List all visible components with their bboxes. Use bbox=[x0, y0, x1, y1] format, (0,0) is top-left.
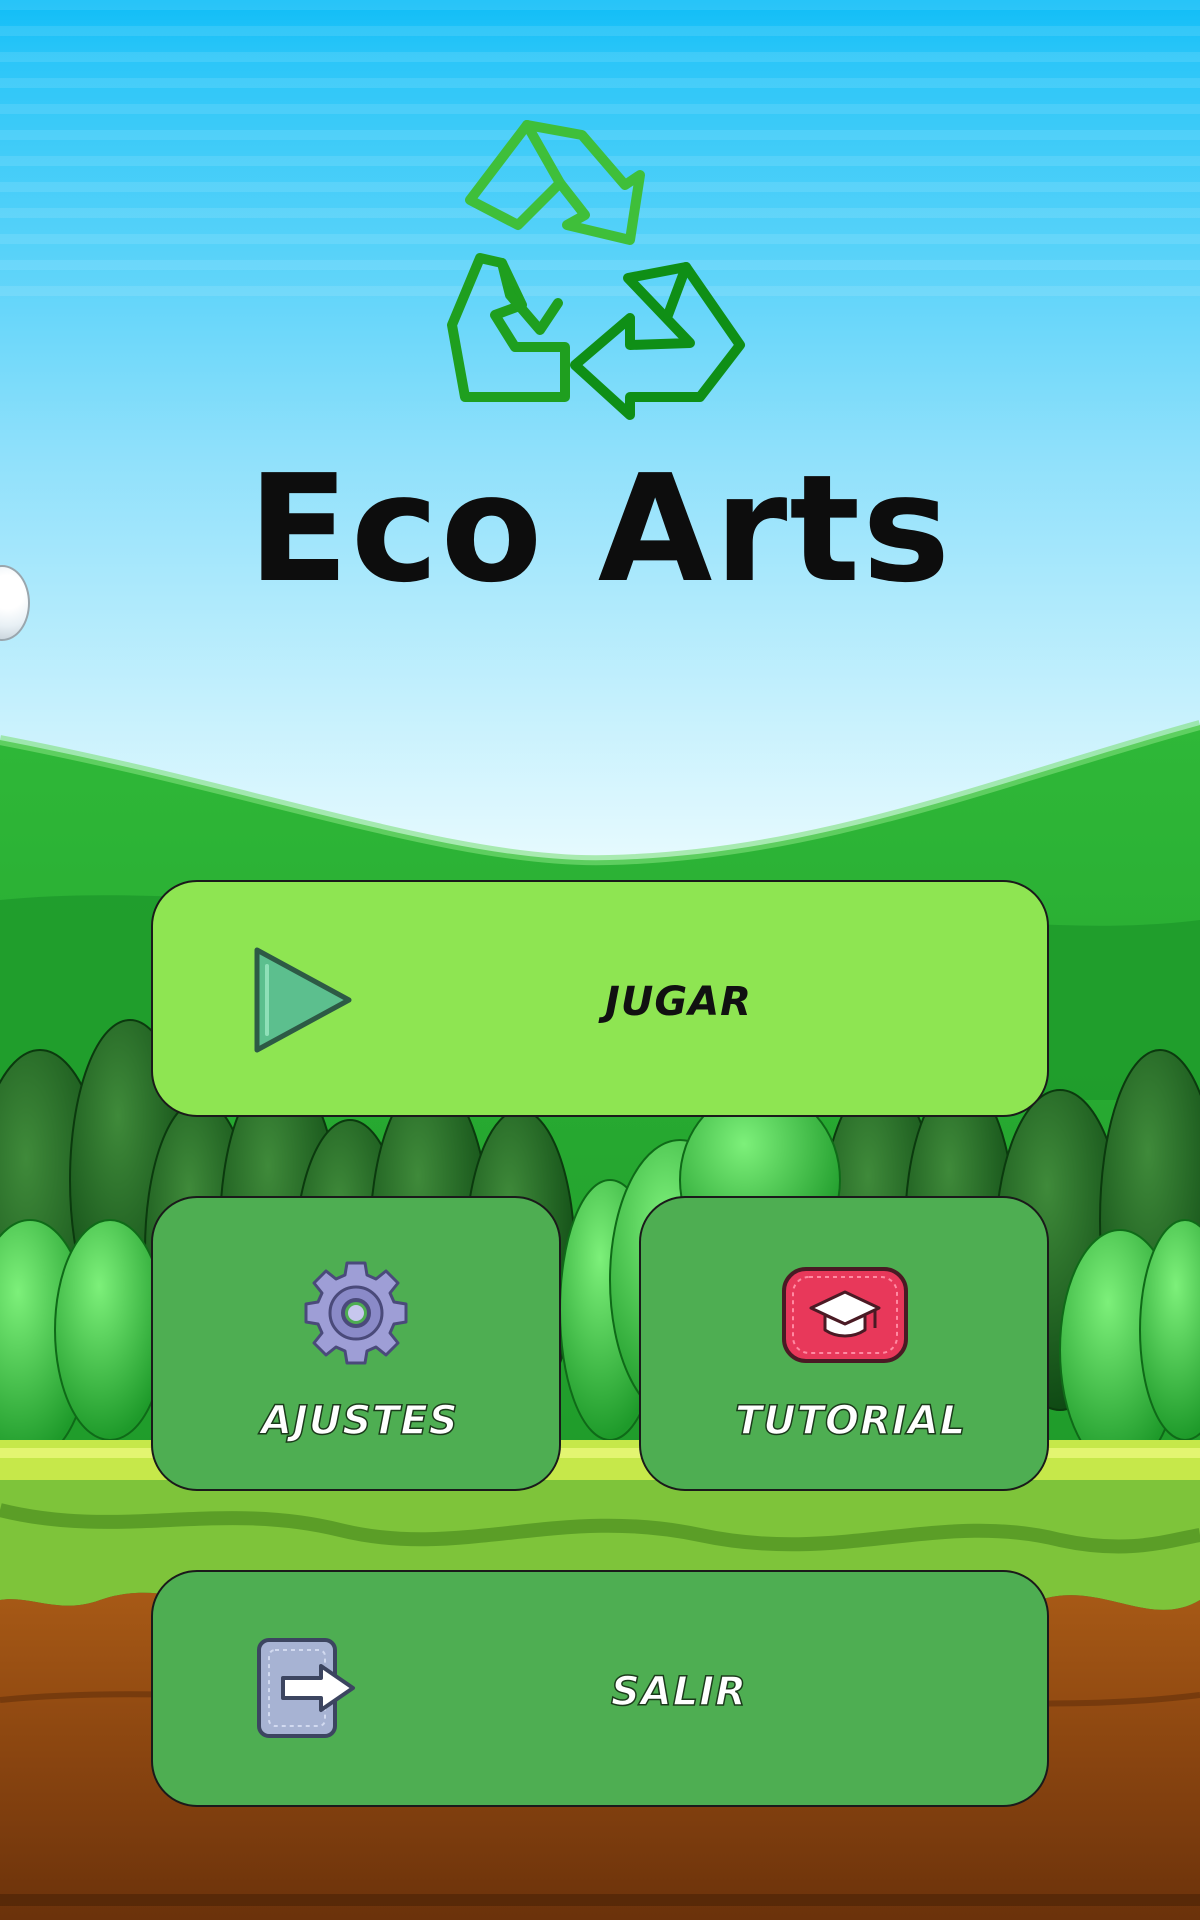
exit-label: SALIR bbox=[610, 1669, 747, 1715]
settings-button[interactable]: AJUSTES bbox=[151, 1196, 561, 1491]
settings-label: AJUSTES bbox=[260, 1398, 459, 1444]
menu-background: Eco Arts JUGAR AJUSTES TUTORIAL SALIR bbox=[0, 0, 1200, 1920]
exit-door-icon bbox=[257, 1638, 355, 1738]
play-label: JUGAR bbox=[605, 979, 752, 1025]
tutorial-label: TUTORIAL bbox=[734, 1398, 967, 1444]
exit-button[interactable]: SALIR bbox=[151, 1570, 1049, 1807]
graduation-cap-icon bbox=[782, 1267, 908, 1363]
play-icon bbox=[254, 947, 352, 1053]
recycle-icon bbox=[447, 120, 745, 420]
tutorial-button[interactable]: TUTORIAL bbox=[639, 1196, 1049, 1491]
play-button[interactable]: JUGAR bbox=[151, 880, 1049, 1117]
gear-icon bbox=[304, 1261, 408, 1365]
app-title: Eco Arts bbox=[247, 443, 953, 615]
